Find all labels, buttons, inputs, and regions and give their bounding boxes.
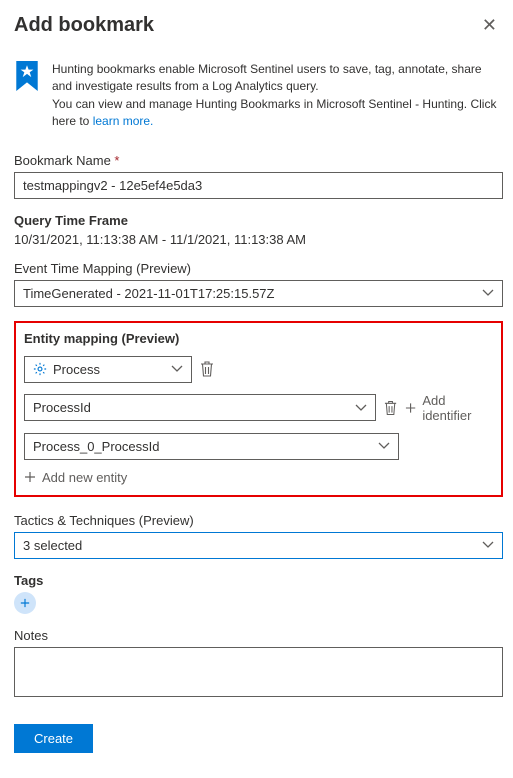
bookmark-name-label: Bookmark Name [14,153,503,168]
tags-label: Tags [14,573,503,588]
entity-type-value: Process [53,362,100,377]
delete-identifier-icon[interactable] [384,400,397,416]
create-button[interactable]: Create [14,724,93,753]
event-time-value: TimeGenerated - 2021-11-01T17:25:15.57Z [23,286,274,301]
value-field-value: Process_0_ProcessId [33,439,159,454]
event-time-label: Event Time Mapping (Preview) [14,261,503,276]
plus-icon [405,402,416,414]
add-entity-label: Add new entity [42,470,127,485]
identifier-value: ProcessId [33,400,91,415]
close-icon[interactable]: ✕ [476,14,503,36]
chevron-down-icon [378,440,390,452]
intro-text: Hunting bookmarks enable Microsoft Senti… [52,61,503,131]
identifier-select[interactable]: ProcessId [24,394,376,421]
tactics-select[interactable]: 3 selected [14,532,503,559]
intro-line1: Hunting bookmarks enable Microsoft Senti… [52,62,482,93]
value-field-select[interactable]: Process_0_ProcessId [24,433,399,460]
gear-icon [33,362,47,376]
tactics-label: Tactics & Techniques (Preview) [14,513,503,528]
delete-entity-icon[interactable] [200,361,214,377]
chevron-down-icon [482,287,494,299]
chevron-down-icon [482,539,494,551]
chevron-down-icon [355,402,367,414]
entity-mapping-label: Entity mapping (Preview) [24,331,493,346]
plus-icon [24,471,36,483]
page-title: Add bookmark [14,14,154,37]
query-time-label: Query Time Frame [14,213,503,228]
bookmark-icon [14,61,40,91]
add-identifier-label: Add identifier [422,393,493,423]
notes-label: Notes [14,628,503,643]
event-time-select[interactable]: TimeGenerated - 2021-11-01T17:25:15.57Z [14,280,503,307]
add-entity-button[interactable]: Add new entity [24,470,493,485]
bookmark-name-input[interactable] [14,172,503,199]
notes-input[interactable] [14,647,503,697]
add-tag-button[interactable] [14,592,36,614]
query-time-value: 10/31/2021, 11:13:38 AM - 11/1/2021, 11:… [14,232,306,247]
learn-more-link[interactable]: learn more. [93,114,154,128]
entity-type-select[interactable]: Process [24,356,192,383]
chevron-down-icon [171,363,183,375]
plus-icon [20,598,30,608]
add-identifier-button[interactable]: Add identifier [405,393,493,423]
tactics-value: 3 selected [23,538,82,553]
